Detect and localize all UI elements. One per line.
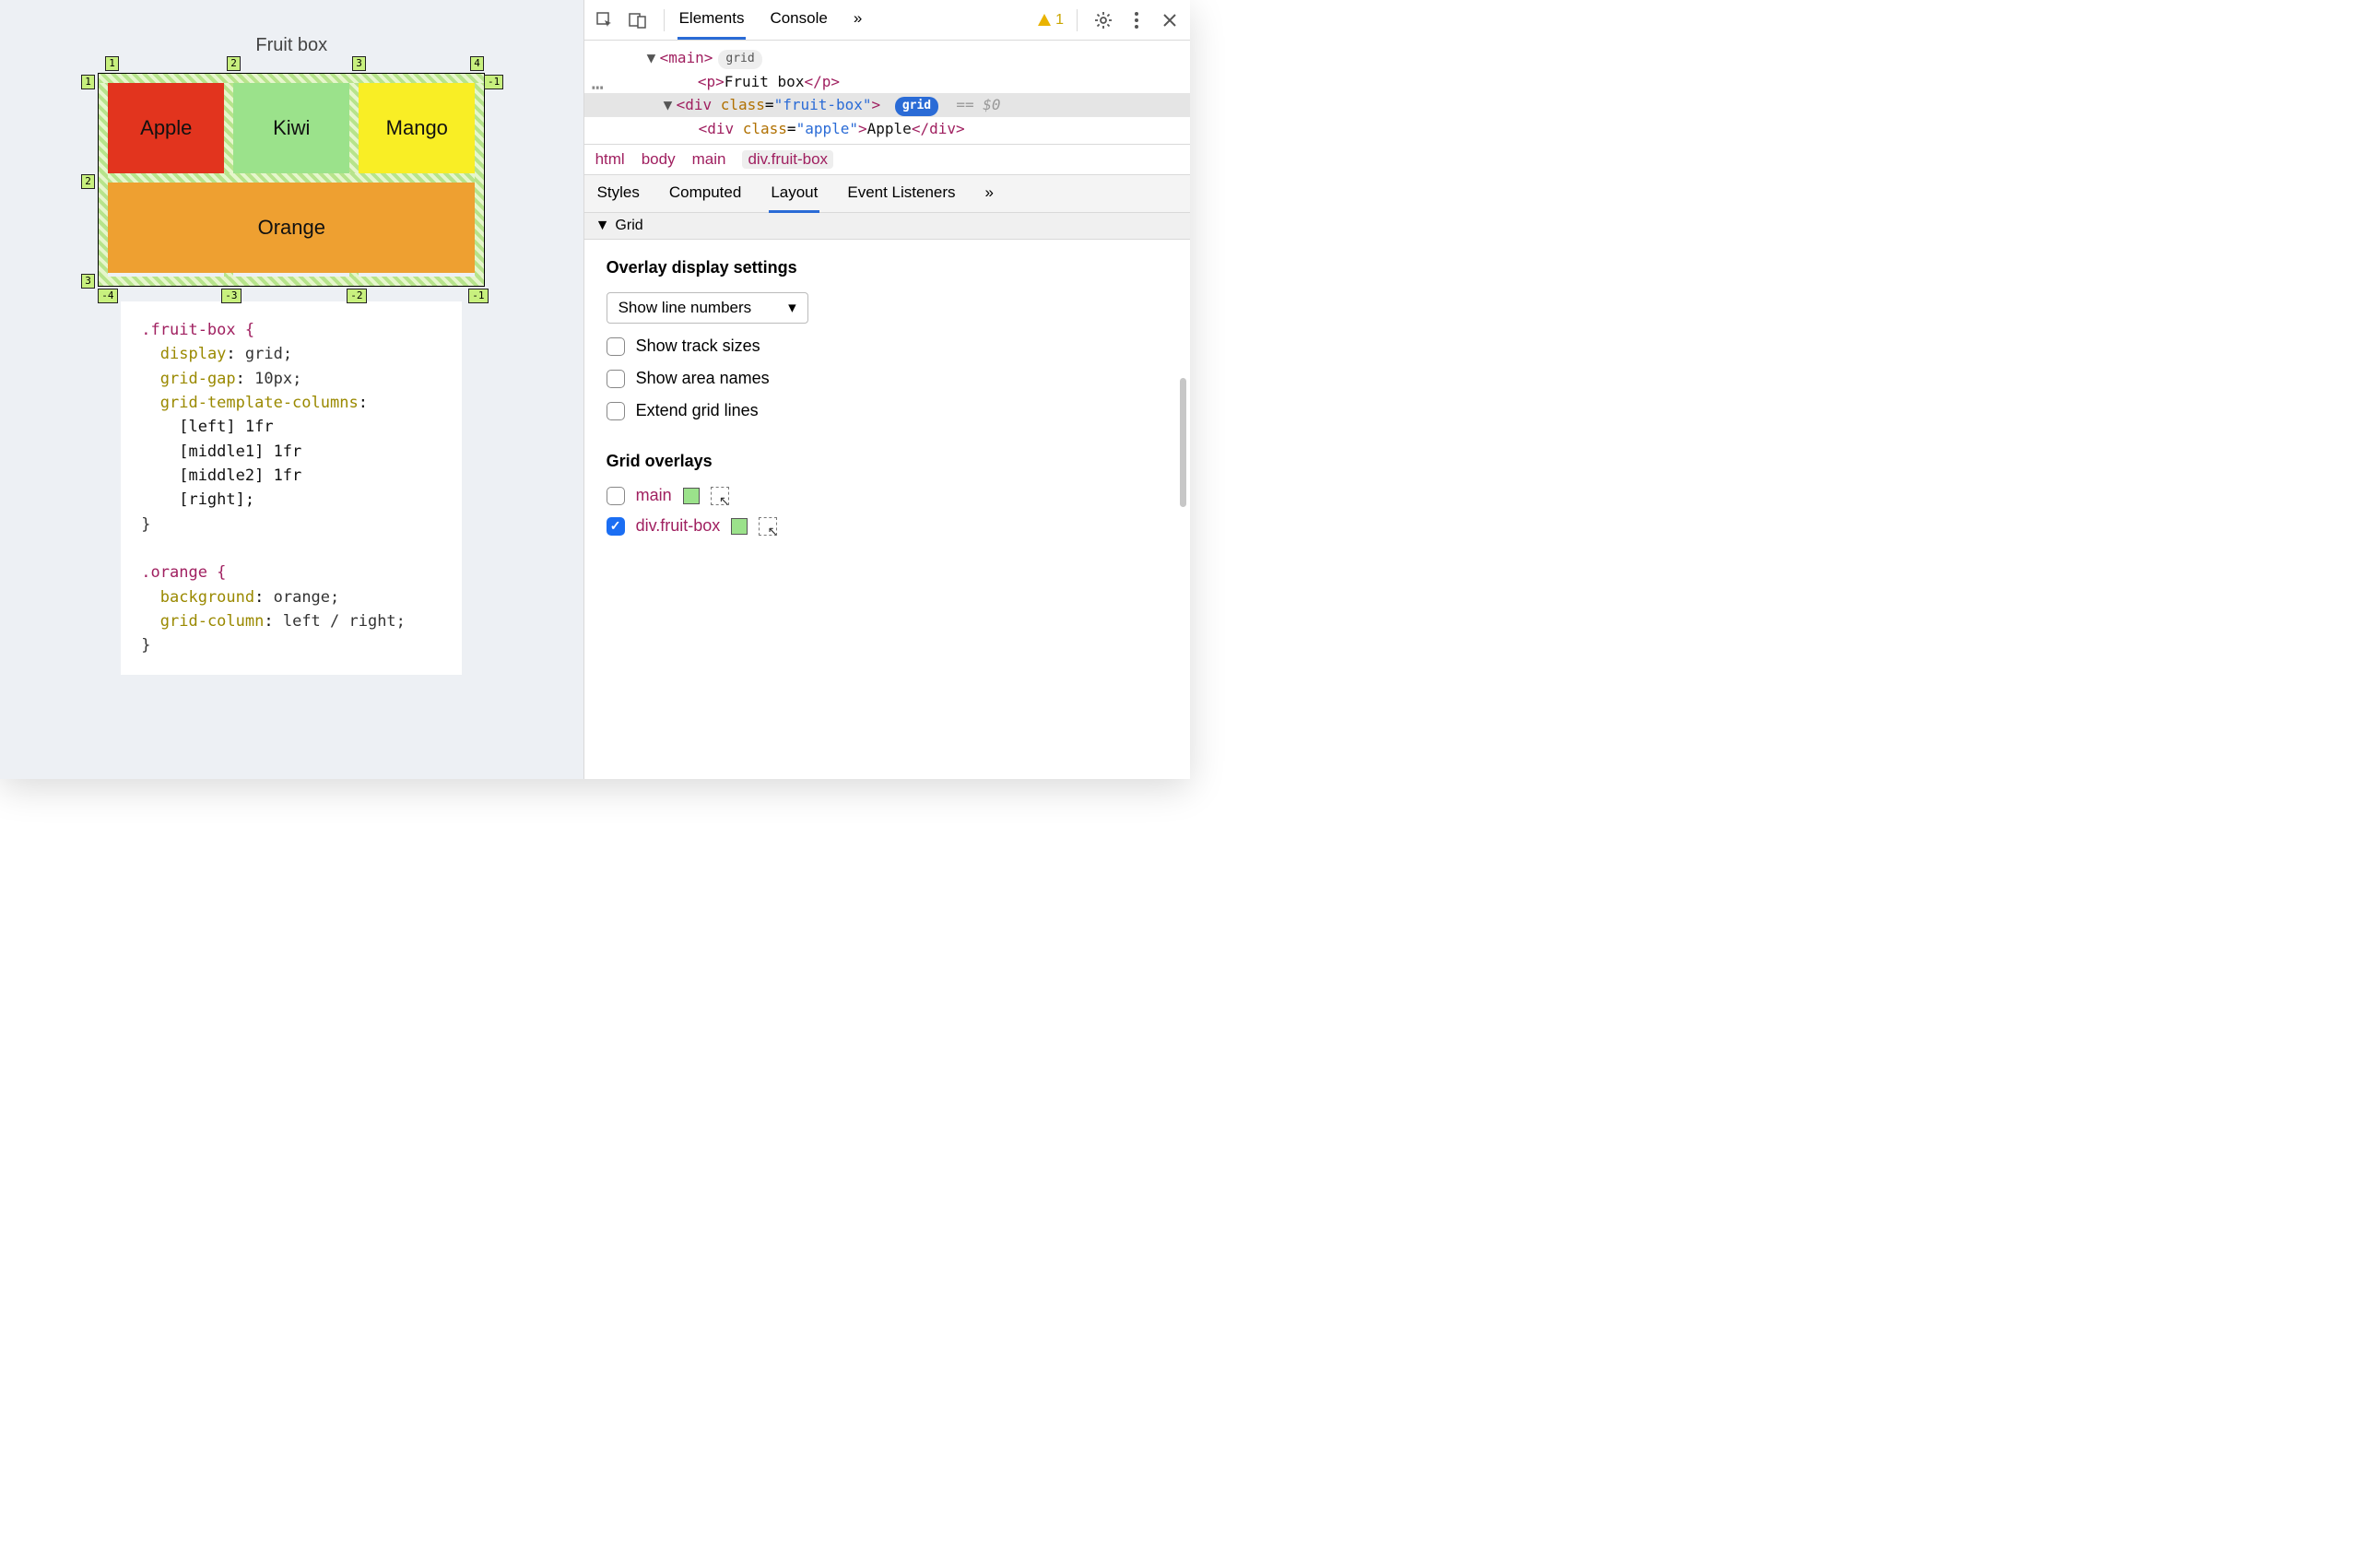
gear-icon[interactable] [1090,7,1116,33]
warnings-badge[interactable]: 1 [1037,12,1064,29]
checkbox-area-names[interactable] [607,370,625,388]
inspect-icon[interactable] [592,7,618,33]
layout-panel: Overlay display settings Show line numbe… [584,240,1190,779]
grid-line-label: -1 [484,75,503,89]
tab-elements[interactable]: Elements [677,0,747,40]
cell-kiwi: Kiwi [233,83,349,173]
crumb-fruit-box[interactable]: div.fruit-box [742,150,833,169]
overlay-name[interactable]: div.fruit-box [636,516,721,536]
label-track-sizes: Show track sizes [636,336,760,356]
grid-section-header[interactable]: ▼ Grid [584,213,1190,240]
grid-overlay-area: Apple Kiwi Mango Orange 1 2 3 4 1 2 3 -1… [98,73,485,287]
chevron-down-icon: ▼ [595,218,610,234]
fruit-box-grid: Apple Kiwi Mango Orange [108,83,475,277]
ellipsis-icon[interactable]: ⋯ [592,72,606,104]
overlay-swatch[interactable] [683,488,700,504]
kebab-icon[interactable] [1124,7,1149,33]
label-area-names: Show area names [636,369,770,388]
grid-line-label: -1 [468,289,488,303]
grid-line-label: 3 [81,274,95,289]
overlay-row-main: main [607,486,1168,505]
subtab-styles[interactable]: Styles [595,175,642,213]
overlay-checkbox-fruit-box[interactable] [607,517,625,536]
subtab-computed[interactable]: Computed [667,175,743,213]
grid-line-label: 1 [105,56,119,71]
selected-element-row[interactable]: ▼<div class="fruit-box"> grid == $0 [584,93,1190,117]
devtools-pane: Elements Console » 1 ⋯ ▼<main>grid <p>Fr… [583,0,1190,779]
grid-line-label: -4 [98,289,117,303]
highlight-node-icon[interactable] [759,517,777,536]
grid-line-label: 2 [81,174,95,189]
checkbox-extend-lines[interactable] [607,402,625,420]
overlay-row-fruit-box: div.fruit-box [607,516,1168,536]
highlight-node-icon[interactable] [711,487,729,505]
line-numbers-select[interactable]: Show line numbers ▾ [607,292,808,324]
overlay-settings-heading: Overlay display settings [607,258,1168,277]
subtab-event-listeners[interactable]: Event Listeners [845,175,957,213]
close-icon[interactable] [1157,7,1183,33]
checkbox-track-sizes[interactable] [607,337,625,356]
subtab-layout[interactable]: Layout [769,175,819,213]
chevron-down-icon: ▾ [788,299,796,317]
css-code-snippet: .fruit-box { display: grid; grid-gap: 10… [121,301,462,675]
grid-line-label: 1 [81,75,95,89]
cell-orange: Orange [108,183,475,273]
overlay-name[interactable]: main [636,486,672,505]
tabs-overflow[interactable]: » [852,0,864,40]
elements-tree[interactable]: ⋯ ▼<main>grid <p>Fruit box</p> ▼<div cla… [584,41,1190,144]
devtools-main-tabs: Elements Console » [677,0,865,40]
preview-title: Fruit box [51,35,533,56]
grid-line-label: -2 [347,289,366,303]
breadcrumb: html body main div.fruit-box [584,144,1190,174]
device-toggle-icon[interactable] [625,7,651,33]
scrollbar[interactable] [1177,304,1186,779]
grid-line-label: 2 [227,56,241,71]
elements-subtabs: Styles Computed Layout Event Listeners » [584,174,1190,213]
crumb-html[interactable]: html [595,150,625,169]
grid-overlays-heading: Grid overlays [607,452,1168,471]
tab-console[interactable]: Console [768,0,829,40]
cell-mango: Mango [359,83,475,173]
overlay-checkbox-main[interactable] [607,487,625,505]
grid-line-label: 3 [352,56,366,71]
page-preview-pane: Fruit box Apple Kiwi Mango Orange 1 2 3 … [0,0,583,779]
grid-line-label: -3 [221,289,241,303]
cell-apple: Apple [108,83,224,173]
devtools-toolbar: Elements Console » 1 [584,0,1190,41]
subtabs-overflow[interactable]: » [984,175,996,213]
crumb-main[interactable]: main [692,150,726,169]
crumb-body[interactable]: body [642,150,676,169]
label-extend-lines: Extend grid lines [636,401,759,420]
grid-line-label: 4 [470,56,484,71]
grid-outline: Apple Kiwi Mango Orange [98,73,485,287]
overlay-swatch[interactable] [731,518,748,535]
